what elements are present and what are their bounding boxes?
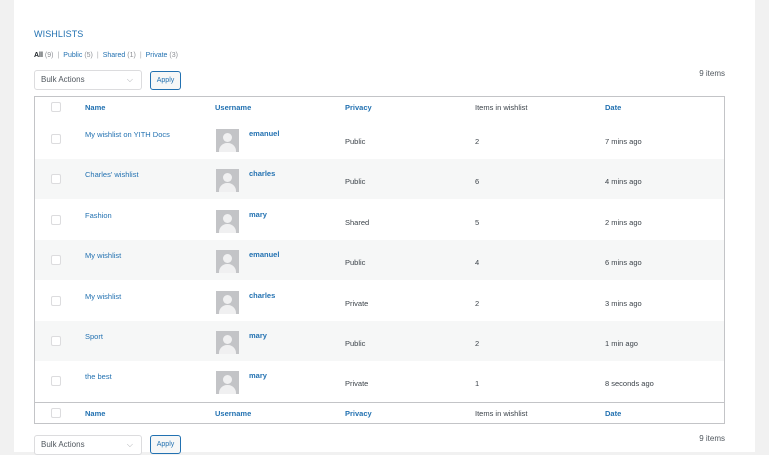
filter-public[interactable]: Public (5): [63, 52, 93, 59]
wishlist-name-link[interactable]: Charles' wishlist: [85, 170, 139, 179]
items-count-value: 2: [475, 339, 480, 348]
privacy-value: Private: [345, 379, 369, 389]
row-checkbox[interactable]: [51, 255, 61, 266]
items-count-value: 2: [475, 298, 480, 308]
wishlist-name-link[interactable]: Fashion: [85, 211, 112, 220]
avatar: [216, 331, 239, 354]
date-value: 2 mins ago: [605, 217, 642, 227]
table-header: Name Username Privacy Items in wishlist …: [35, 97, 724, 118]
privacy-value: Public: [345, 258, 366, 268]
column-privacy-footer[interactable]: Privacy: [345, 409, 372, 418]
apply-button-top[interactable]: Apply: [150, 71, 181, 90]
date-value: 3 mins ago: [605, 298, 642, 308]
wishlist-name-link[interactable]: the best: [85, 372, 112, 381]
filter-private[interactable]: Private (3): [146, 52, 178, 59]
filter-all[interactable]: All (9): [34, 52, 53, 59]
privacy-value: Public: [345, 177, 366, 187]
username-link[interactable]: emanuel: [249, 250, 279, 259]
row-checkbox[interactable]: [51, 174, 61, 185]
items-count-bottom: 9 items: [699, 434, 725, 443]
select-all-checkbox[interactable]: [51, 102, 61, 112]
privacy-value: Shared: [345, 217, 370, 227]
wishlist-name-link[interactable]: My wishlist: [85, 251, 121, 260]
username-link[interactable]: mary: [249, 331, 267, 340]
column-date-footer[interactable]: Date: [605, 409, 621, 418]
privacy-value: Private: [345, 298, 369, 308]
items-count-top: 9 items: [699, 69, 725, 78]
avatar: [216, 129, 239, 152]
table-row: Fashion mary Shared 5 2 mins ago: [35, 200, 724, 240]
column-items-footer: Items in wishlist: [475, 409, 528, 418]
avatar: [216, 371, 239, 395]
table-footer: Name Username Privacy Items in wishlist …: [35, 402, 724, 424]
page-title: WISHLISTS: [34, 29, 84, 39]
wishlist-name-link[interactable]: My wishlist on YITH Docs: [85, 130, 170, 139]
date-value: 6 mins ago: [605, 258, 642, 268]
table-row: Sport mary Public 2 1 min ago: [35, 321, 724, 361]
username-link[interactable]: mary: [249, 210, 267, 219]
items-count-value: 1: [475, 379, 480, 389]
wishlist-name-link[interactable]: Sport: [85, 332, 103, 341]
avatar: [216, 209, 239, 233]
table-row: My wishlist charles Private 2 3 mins ago: [35, 281, 724, 321]
select-all-checkbox-footer[interactable]: [51, 408, 61, 418]
column-privacy[interactable]: Privacy: [345, 103, 372, 112]
filter-shared[interactable]: Shared (1): [103, 52, 136, 59]
table-row: My wishlist emanuel Public 4 6 mins ago: [35, 240, 724, 281]
column-items: Items in wishlist: [475, 103, 528, 112]
username-link[interactable]: charles: [249, 291, 275, 300]
date-value: 8 seconds ago: [605, 379, 654, 389]
items-count-value: 6: [475, 177, 480, 187]
table-row: Charles' wishlist charles Public 6 4 mins ag…: [35, 159, 724, 200]
column-username[interactable]: Username: [215, 103, 251, 112]
column-name-footer[interactable]: Name: [85, 409, 105, 418]
avatar: [216, 250, 239, 274]
privacy-value: Public: [345, 339, 366, 348]
column-date[interactable]: Date: [605, 103, 621, 112]
wishlists-table: Name Username Privacy Items in wishlist …: [34, 96, 725, 424]
date-value: 1 min ago: [605, 339, 638, 348]
avatar: [216, 290, 239, 314]
date-value: 4 mins ago: [605, 177, 642, 187]
items-count-value: 2: [475, 137, 480, 146]
chevron-down-icon: ⌵: [126, 440, 133, 449]
table-row: the best mary Private 1 8 seconds ago: [35, 361, 724, 401]
bulk-actions-select-bottom[interactable]: Bulk Actions ⌵: [34, 435, 142, 455]
column-name[interactable]: Name: [85, 103, 105, 112]
avatar: [216, 169, 239, 193]
row-checkbox[interactable]: [51, 214, 61, 225]
row-checkbox[interactable]: [51, 295, 61, 306]
row-checkbox[interactable]: [51, 336, 61, 346]
column-username-footer[interactable]: Username: [215, 409, 251, 418]
apply-button-bottom[interactable]: Apply: [150, 435, 181, 454]
username-link[interactable]: emanuel: [249, 129, 279, 138]
status-filters: All (9) | Public (5) | Shared (1) | Private (3…: [34, 52, 178, 59]
privacy-value: Public: [345, 137, 366, 146]
row-checkbox[interactable]: [51, 376, 61, 387]
username-link[interactable]: mary: [249, 371, 267, 380]
bulk-actions-select-top[interactable]: Bulk Actions ⌵: [34, 70, 142, 90]
date-value: 7 mins ago: [605, 137, 642, 146]
wishlist-name-link[interactable]: My wishlist: [85, 292, 121, 301]
chevron-down-icon: ⌵: [126, 75, 133, 84]
row-checkbox[interactable]: [51, 134, 61, 144]
table-row: My wishlist on YITH Docs emanuel Public 2 7 …: [35, 119, 724, 159]
username-link[interactable]: charles: [249, 169, 275, 178]
items-count-value: 4: [475, 258, 480, 268]
items-count-value: 5: [475, 217, 480, 227]
